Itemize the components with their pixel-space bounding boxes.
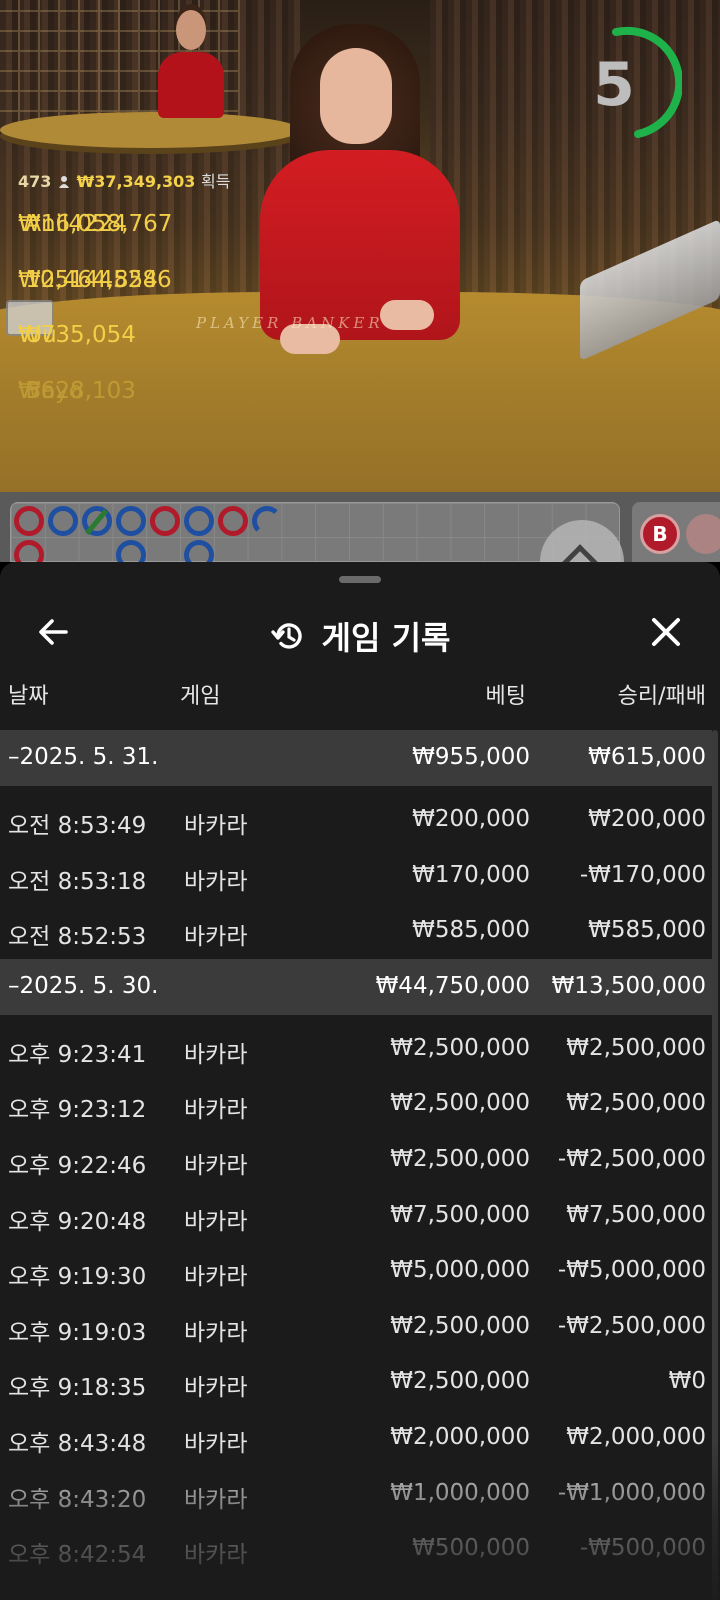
background-dealer — [158, 10, 224, 120]
bead-road[interactable] — [10, 502, 620, 570]
history-row[interactable]: 오후 8:42:54 바카라 ₩500,000 -₩500,000 — [0, 1521, 712, 1577]
history-row[interactable]: 오후 8:43:48 바카라 ₩2,000,000 ₩2,000,000 — [0, 1410, 712, 1466]
history-row[interactable]: 오후 8:43:20 바카라 ₩1,000,000 -₩1,000,000 — [0, 1466, 712, 1522]
betting-timer: 5 — [578, 26, 682, 142]
winner-row: ₩16,058,767 Anil4224 — [18, 211, 173, 237]
history-row[interactable]: 오전 8:53:18 바카라 ₩170,000 -₩170,000 — [0, 848, 712, 904]
title-wrap: 게임 기록 — [0, 588, 720, 684]
person-icon — [58, 176, 69, 188]
history-row[interactable]: 오전 8:53:49 바카라 ₩200,000 ₩200,000 — [0, 792, 712, 848]
dealer — [240, 24, 480, 354]
player-bead — [116, 506, 146, 536]
history-row[interactable]: 오후 9:19:03 바카라 ₩2,500,000 -₩2,500,000 — [0, 1299, 712, 1355]
history-row[interactable]: 오후 9:19:30 바카라 ₩5,000,000 -₩5,000,000 — [0, 1243, 712, 1299]
group-result-total: ₩13,500,000 — [551, 972, 706, 999]
winners-total: ₩37,349,303 — [76, 172, 196, 191]
sheet-drag-handle[interactable] — [339, 576, 381, 583]
live-video-feed[interactable]: PLAYER BANKER 473 ₩37,349,303 획득 ₩16,058… — [0, 0, 720, 502]
col-header-date: 날짜 — [8, 684, 49, 709]
history-row[interactable]: 오후 9:23:41 바카라 ₩2,500,000 ₩2,500,000 — [0, 1021, 712, 1077]
history-row[interactable]: 오후 9:23:12 바카라 ₩2,500,000 ₩2,500,000 — [0, 1076, 712, 1132]
back-button[interactable] — [30, 608, 78, 656]
banker-bead — [14, 506, 44, 536]
tie-bead — [82, 506, 112, 536]
timer-value: 5 — [593, 50, 635, 120]
col-header-game: 게임 — [180, 684, 221, 709]
history-row[interactable]: 오후 9:20:48 바카라 ₩7,500,000 ₩7,500,000 — [0, 1188, 712, 1244]
winner-row: ₩628,103 Bayo — [18, 377, 136, 404]
sheet-header: 게임 기록 — [0, 588, 720, 684]
player-bead — [252, 506, 282, 536]
close-icon — [652, 618, 680, 646]
col-header-bet: 베팅 — [485, 684, 526, 709]
banker-badge[interactable]: B — [640, 514, 680, 554]
group-date: –2025. 5. 31. — [8, 744, 159, 770]
arrow-left-icon — [39, 619, 68, 645]
game-history-sheet: 게임 기록 날짜 게임 베팅 승리/패배 –2025. 5. 31. ₩955,… — [0, 562, 720, 1600]
date-group-row[interactable]: –2025. 5. 31. ₩955,000 ₩615,000 — [0, 730, 712, 786]
list-scrollbar[interactable] — [712, 730, 718, 1600]
date-group-row[interactable]: –2025. 5. 30. ₩44,750,000 ₩13,500,000 — [0, 958, 712, 1015]
column-headers: 날짜 게임 베팅 승리/패배 — [0, 678, 720, 722]
banker-bead — [218, 506, 248, 536]
badge-partial — [686, 514, 720, 554]
banker-bead — [150, 506, 180, 536]
col-header-result: 승리/패배 — [617, 684, 706, 709]
history-row[interactable]: 오후 9:18:35 바카라 ₩2,500,000 ₩0 — [0, 1354, 712, 1410]
winners-gain-label: 획득 — [201, 172, 231, 191]
player-bead — [184, 506, 214, 536]
sheet-title: 게임 기록 — [321, 619, 451, 657]
close-button[interactable] — [642, 608, 690, 656]
history-icon — [270, 623, 302, 649]
winner-row: ₩735,054 Uu — [18, 322, 136, 349]
winner-row: ₩2,464,854 1051445286 — [18, 266, 172, 293]
history-row[interactable]: 오후 9:22:46 바카라 ₩2,500,000 -₩2,500,000 — [0, 1132, 712, 1188]
winners-summary: 473 ₩37,349,303 획득 — [18, 168, 230, 196]
history-list[interactable]: –2025. 5. 31. ₩955,000 ₩615,000 오전 8:53:… — [0, 730, 712, 1577]
winners-list: 473 ₩37,349,303 획득 ₩16,058,767 Anil4224 … — [18, 168, 230, 418]
group-result-total: ₩615,000 — [588, 744, 706, 770]
group-bet-total: ₩44,750,000 — [375, 972, 530, 999]
history-row[interactable]: 오전 8:52:53 바카라 ₩585,000 ₩585,000 — [0, 903, 712, 959]
group-date: –2025. 5. 30. — [8, 972, 159, 999]
winners-count: 473 — [18, 172, 52, 191]
group-bet-total: ₩955,000 — [412, 744, 530, 770]
player-bead — [48, 506, 78, 536]
